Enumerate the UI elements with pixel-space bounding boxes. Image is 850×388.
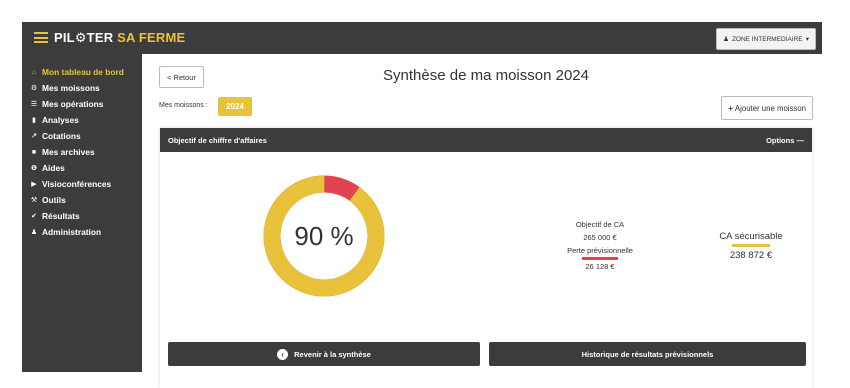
archive-icon: ■	[31, 148, 37, 156]
panel-header: Objectif de chiffre d'affaires Options —	[160, 128, 812, 152]
wrench-icon: ⚒	[30, 197, 38, 204]
user-icon: ♟	[30, 229, 38, 236]
sidebar-item-analyses[interactable]: ▮ Analyses	[22, 112, 142, 128]
main-content: Synthèse de ma moisson 2024 < Retour Mes…	[150, 54, 822, 388]
bar-chart-icon: ▮	[32, 117, 36, 124]
loss-label: Perte prévisionnelle	[567, 246, 633, 255]
panel-title: Objectif de chiffre d'affaires	[168, 135, 267, 145]
sidebar-item-aides[interactable]: ❶ Aides	[22, 160, 142, 176]
user-icon: ♟	[723, 36, 729, 43]
year-selector[interactable]: 2024	[218, 97, 252, 116]
tractor-icon: ⚙	[30, 85, 38, 92]
sidebar-item-cotations[interactable]: ↗ Cotations	[22, 128, 142, 144]
forecast-history-button[interactable]: Historique de résultats prévisionnels	[489, 342, 806, 366]
chevron-left-icon: ‹	[277, 348, 289, 360]
sidebar-item-operations[interactable]: ☰ Mes opérations	[22, 96, 142, 112]
secure-value: 238 872 €	[729, 250, 773, 261]
secure-revenue-stats: CA sécurisable 238 872 €	[696, 230, 806, 262]
app-logo[interactable]: PIL⚙TER SA FERME	[54, 30, 185, 46]
objective-label: Objectif de CA	[575, 220, 625, 229]
progress-percentage: 90 %	[294, 220, 354, 251]
sidebar-item-moissons[interactable]: ⚙ Mes moissons	[22, 80, 142, 96]
options-menu[interactable]: Options —	[766, 136, 804, 145]
sidebar-item-tableau-de-bord[interactable]: ⌂ Mon tableau de bord	[22, 64, 142, 80]
caret-down-icon: ▾	[805, 36, 809, 43]
loss-value: 26 128 €	[585, 262, 615, 271]
top-bar: PIL⚙TER SA FERME ♟ ZONE INTERMEDIAIRE ▾	[22, 22, 822, 54]
sidebar: ⌂ Mon tableau de bord ⚙ Mes moissons ☰ M…	[22, 54, 142, 372]
check-icon: ✔	[31, 213, 37, 220]
objective-stats: Objectif de CA 265 000 € Perte prévision…	[530, 218, 670, 273]
menu-icon[interactable]	[34, 32, 48, 43]
list-icon: ☰	[30, 101, 38, 108]
sidebar-item-outils[interactable]: ⚒ Outils	[22, 192, 142, 208]
back-to-summary-button[interactable]: ‹ Revenir à la synthèse	[168, 342, 480, 366]
objective-value: 265 000 €	[583, 233, 617, 242]
panel-body: 90 % Objectif de CA 265 000 € Perte prév…	[160, 152, 812, 388]
sidebar-item-resultats[interactable]: ✔ Résultats	[22, 208, 142, 224]
video-icon: ▶	[31, 181, 37, 188]
zone-dropdown[interactable]: ♟ ZONE INTERMEDIAIRE ▾	[716, 28, 816, 50]
revenue-objective-panel: Objectif de chiffre d'affaires Options —…	[160, 128, 812, 388]
line-chart-icon: ↗	[31, 133, 37, 140]
home-icon: ⌂	[31, 68, 37, 76]
ellipsis-icon: —	[796, 135, 805, 145]
moissons-label: Mes moissons :	[159, 102, 208, 109]
zone-label: ZONE INTERMEDIAIRE	[731, 35, 803, 43]
sidebar-item-administration[interactable]: ♟ Administration	[22, 224, 142, 240]
secure-label: CA sécurisable	[719, 231, 783, 242]
sidebar-item-archives[interactable]: ■ Mes archives	[22, 144, 142, 160]
add-moisson-button[interactable]: + Ajouter une moisson	[721, 96, 813, 120]
page-title: Synthèse de ma moisson 2024	[383, 67, 589, 84]
secure-underline	[732, 244, 770, 247]
plus-icon: +	[728, 103, 733, 113]
info-icon: ❶	[31, 165, 37, 172]
back-button[interactable]: < Retour	[159, 66, 204, 88]
sidebar-item-visioconferences[interactable]: ▶ Visioconférences	[22, 176, 142, 192]
